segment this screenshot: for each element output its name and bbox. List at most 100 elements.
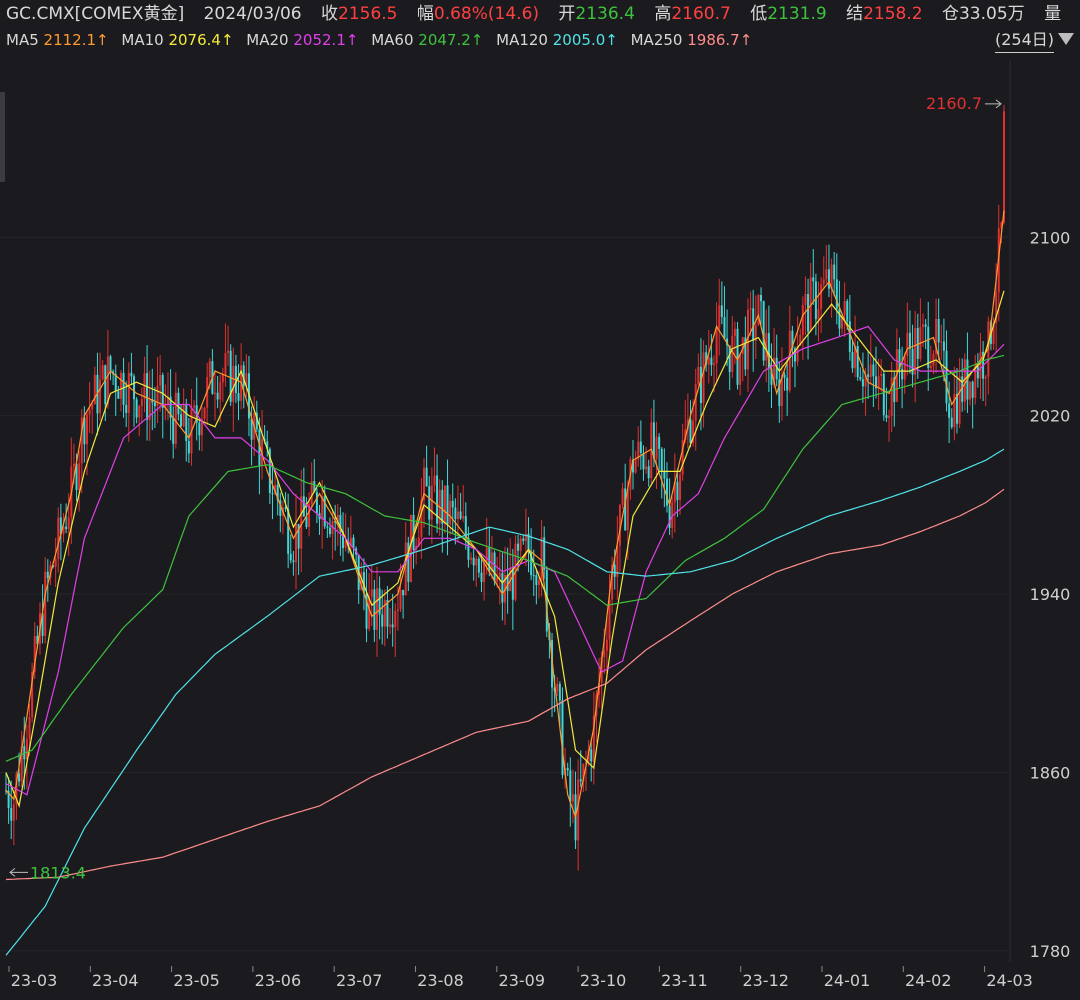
candle-body: [590, 749, 593, 762]
candle-body: [945, 350, 948, 404]
candle-body: [634, 459, 637, 473]
candle-body: [328, 527, 331, 534]
candle-body: [430, 485, 433, 520]
candle-body: [699, 366, 702, 404]
candle-body: [485, 547, 488, 563]
candle-body: [660, 448, 663, 471]
candle-body: [99, 379, 102, 414]
date-axis: 23-03 23-04 23-05 23-06 23-07 23-08 23-09 23-10…: [8, 966, 1033, 990]
candle-body: [733, 328, 736, 336]
candle-body: [459, 511, 462, 519]
candle-body: [663, 470, 666, 479]
candle-body: [540, 537, 543, 581]
candle-body: [289, 553, 292, 561]
candle-body: [1003, 111, 1005, 223]
candle-body: [718, 305, 721, 328]
candle-body: [227, 350, 230, 354]
candle-body: [287, 508, 290, 554]
candle-body: [694, 384, 697, 421]
candle-body: [216, 392, 219, 400]
candle-body: [624, 488, 627, 531]
x-tick-label: 23-11: [661, 971, 708, 990]
candle-body: [903, 356, 906, 380]
candle-body: [67, 517, 70, 530]
candle-body: [880, 373, 883, 377]
candle-body: [906, 332, 909, 357]
candle-body: [827, 269, 830, 289]
candle-body: [193, 405, 196, 408]
candle-body: [566, 767, 569, 771]
candle-body: [783, 374, 786, 378]
candle-body: [117, 391, 120, 399]
candle-body: [613, 564, 616, 577]
candle-body: [976, 366, 979, 379]
y-tick-label: 1780: [1030, 942, 1071, 961]
candle-body: [462, 516, 465, 519]
candle-body: [707, 357, 710, 365]
ma120-line: [5, 448, 1005, 956]
candle-body: [846, 301, 849, 322]
candle-body: [106, 356, 109, 405]
y-tick-label: 2020: [1030, 407, 1071, 426]
candle-body: [760, 295, 763, 302]
candle-body: [888, 416, 891, 418]
x-tick-label: 23-04: [92, 971, 139, 990]
candle-body: [835, 279, 838, 309]
candle-body: [537, 580, 540, 585]
candle-body: [391, 624, 394, 628]
candle-body: [294, 523, 297, 563]
candle-body: [924, 324, 927, 327]
candle-body: [138, 405, 141, 418]
candle-body: [203, 407, 206, 419]
kline-chart[interactable]: 17801860194020202100 23-03 23-04 23-05 23-0…: [0, 0, 1080, 1000]
candle-body: [720, 305, 723, 318]
candle-body: [174, 392, 177, 444]
candle-body: [119, 372, 122, 399]
candle-body: [475, 558, 478, 566]
candle-body: [133, 376, 136, 400]
candle-body: [969, 381, 972, 400]
candle-body: [948, 403, 951, 418]
candle-body: [932, 353, 935, 366]
candle-body: [57, 517, 60, 559]
candle-body: [172, 417, 175, 444]
candle-body: [451, 500, 454, 508]
candle-body: [456, 511, 459, 520]
x-tick-label: 23-05: [173, 971, 220, 990]
candle-body: [373, 589, 376, 630]
candle-body: [822, 279, 825, 285]
candle-body: [713, 363, 716, 366]
candle-body: [558, 683, 561, 701]
candle-body: [927, 326, 930, 368]
candle-body: [237, 392, 240, 401]
candle-body: [44, 571, 47, 636]
y-tick-label: 2100: [1030, 228, 1071, 247]
candle-body: [428, 486, 431, 520]
candle-body: [446, 485, 449, 525]
y-tick-label: 1860: [1030, 763, 1071, 782]
candle-body: [501, 572, 504, 603]
chart-grid: [0, 60, 1011, 962]
candle-body: [315, 492, 318, 513]
candle-body: [885, 415, 888, 418]
candle-body: [679, 474, 682, 500]
candle-body: [561, 700, 564, 776]
candle-body: [668, 505, 671, 528]
candle-body: [608, 599, 611, 640]
candle-body: [454, 507, 457, 520]
candle-body: [569, 770, 572, 802]
candle-body: [851, 351, 854, 369]
candle-body: [443, 485, 446, 524]
candle-body: [655, 436, 658, 459]
extreme-markers: 2160.7 1813.4: [9, 94, 1002, 882]
high-marker-arrow: [985, 99, 1002, 109]
candle-body: [85, 414, 88, 445]
candle-body: [914, 328, 917, 375]
candle-body: [556, 683, 559, 692]
candle-body: [762, 301, 765, 361]
candle-body: [493, 552, 496, 582]
candle-body: [198, 422, 201, 436]
candle-body: [177, 392, 180, 415]
candle-body: [749, 308, 752, 310]
candle-body: [710, 357, 713, 366]
